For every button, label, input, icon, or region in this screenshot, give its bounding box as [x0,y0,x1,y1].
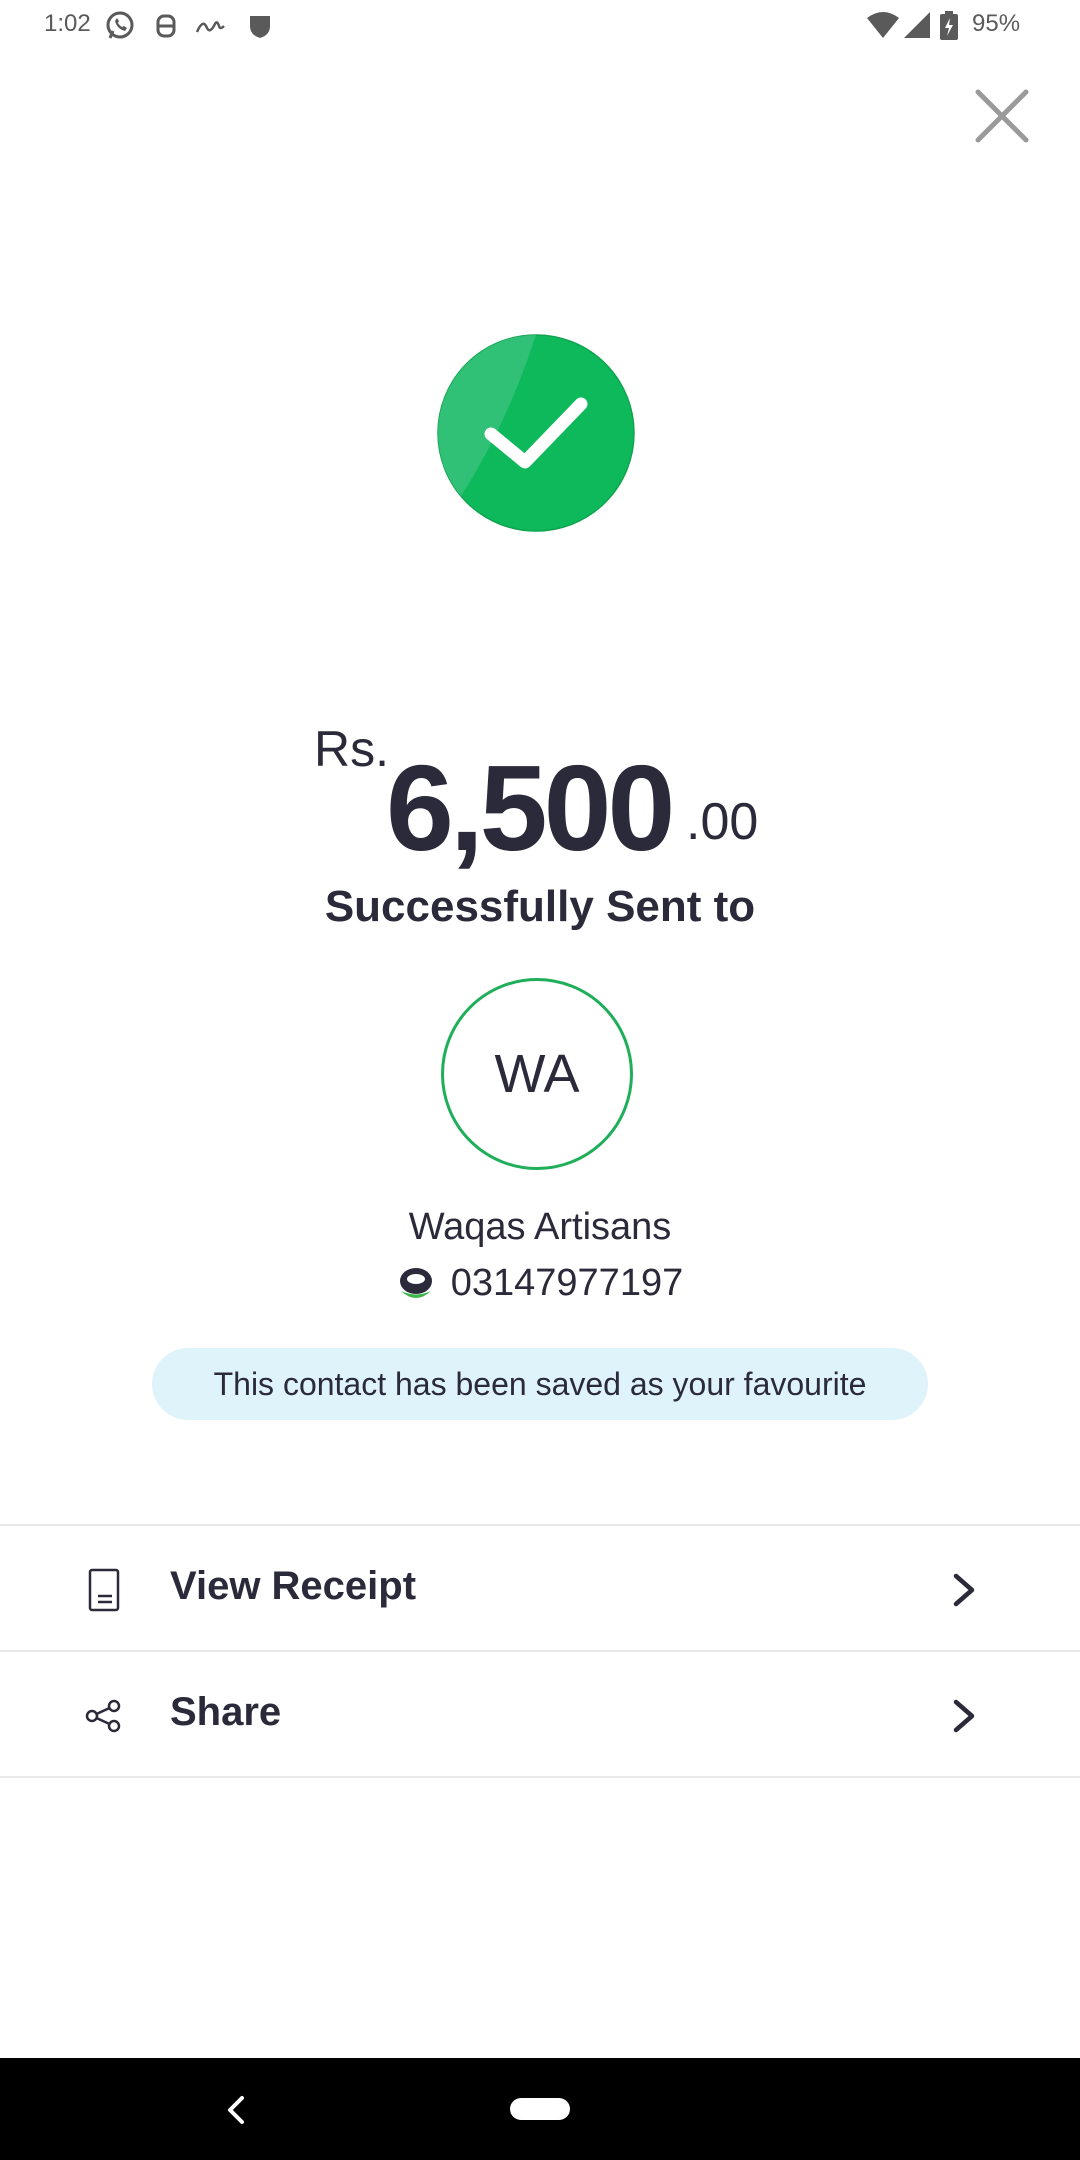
amount-currency: Rs. [314,721,389,777]
signature-icon [195,21,225,33]
easypaisa-icon [399,1267,432,1298]
checkmark-circle-icon [437,334,635,532]
favourite-banner-text: This contact has been saved as your favo… [213,1365,867,1402]
shield-icon [250,16,270,38]
share-label: Share [170,1690,282,1734]
status-message: Successfully Sent to [324,882,756,931]
home-button[interactable] [510,2098,570,2120]
transaction-success-screen: 1:02 95% Rs. 6,500 .00 Successfully Sent… [0,0,1080,2160]
divider [0,1776,1080,1778]
recipient-number: 03147977197 [450,1262,684,1304]
chevron-right-icon [953,1699,975,1733]
view-receipt-label: View Receipt [170,1564,417,1608]
share-icon [85,1699,121,1733]
recipient-name: Waqas Artisans [408,1206,672,1248]
battery-percent: 95% [972,10,1021,37]
view-receipt-button[interactable]: View Receipt [0,1526,1080,1650]
whatsapp-icon [106,11,134,39]
amount-whole: 6,500 [386,740,675,876]
avatar: WA [441,978,633,1170]
system-navigation-bar [0,2058,1080,2160]
receipt-icon [88,1568,120,1612]
cellular-icon [904,12,930,38]
status-bar: 1:02 95% [0,0,1080,52]
favourite-banner: This contact has been saved as your favo… [152,1348,928,1420]
close-icon[interactable] [966,80,1038,152]
chevron-right-icon [953,1573,975,1607]
avatar-initials: WA [494,1044,580,1104]
wifi-icon [867,12,899,38]
amount-decimal: .00 [686,793,759,851]
status-time: 1:02 [44,10,91,37]
share-button[interactable]: Share [0,1652,1080,1776]
amount-display: Rs. 6,500 .00 [0,700,1080,880]
recipient-number-row: 03147977197 [0,1262,1080,1305]
battery-charging-icon [940,11,958,40]
bot-icon [156,14,176,38]
back-icon[interactable] [218,2088,254,2132]
